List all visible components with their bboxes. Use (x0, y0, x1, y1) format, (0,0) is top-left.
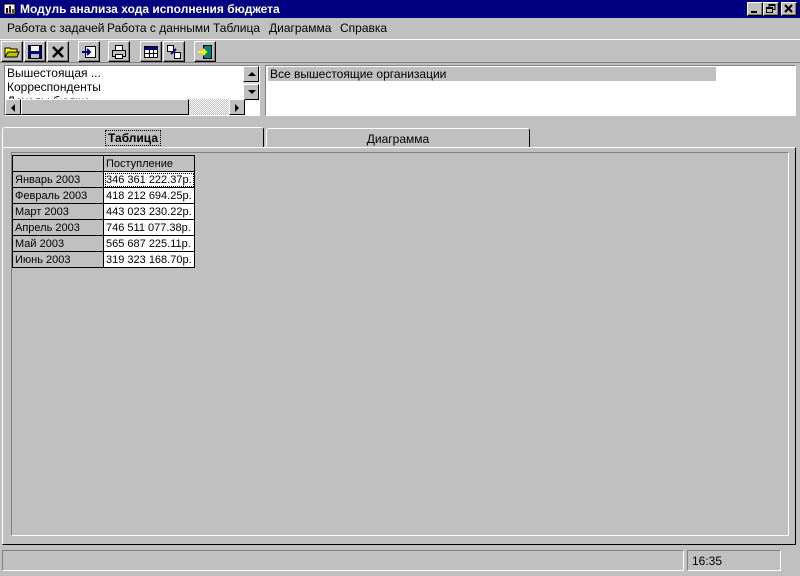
delete-icon (52, 46, 64, 58)
organization-list[interactable]: Все вышестоящие организации (265, 65, 796, 116)
app-window: Модуль анализа хода исполнения бюджета Р… (0, 0, 800, 576)
restore-icon (766, 4, 776, 13)
table-cell[interactable]: 319 323 168.70р. (103, 251, 195, 268)
list-item[interactable]: Корреспонденты (7, 80, 101, 94)
tab-table-label: Таблица (104, 130, 162, 146)
minimize-icon (751, 11, 757, 13)
window-title: Модуль анализа хода исполнения бюджета (20, 2, 280, 16)
table-row: Март 2003 443 023 230.22р. (12, 203, 195, 220)
scroll-up-button[interactable] (243, 66, 259, 82)
data-grid: Поступление Январь 2003 346 361 222.37р.… (12, 155, 195, 268)
calculate-button[interactable] (163, 41, 185, 62)
scroll-left-button[interactable] (5, 99, 21, 115)
exit-button[interactable] (194, 41, 216, 62)
table-cell[interactable]: 746 511 077.38р. (103, 219, 195, 236)
table-row: Июнь 2003 319 323 168.70р. (12, 251, 195, 268)
tab-table[interactable]: Таблица (2, 127, 264, 148)
status-time: 16:35 (692, 554, 723, 568)
status-message-panel (2, 550, 684, 571)
delete-button[interactable] (47, 41, 69, 62)
arrow-down-icon (248, 90, 256, 94)
row-header[interactable]: Июнь 2003 (12, 251, 104, 268)
scroll-down-button[interactable] (243, 84, 259, 100)
table-icon (144, 46, 158, 58)
row-header[interactable]: Февраль 2003 (12, 187, 104, 204)
table-button[interactable] (140, 41, 162, 62)
table-header-row: Поступление (12, 155, 195, 172)
open-folder-icon (4, 47, 20, 58)
table-row: Февраль 2003 418 212 694.25р. (12, 187, 195, 204)
status-time-panel: 16:35 (687, 550, 781, 571)
tab-chart[interactable]: Диаграмма (266, 128, 530, 147)
print-button[interactable] (108, 41, 130, 62)
import-icon (82, 46, 96, 58)
menu-chart[interactable]: Диаграмма (269, 21, 331, 35)
selected-organization[interactable]: Все вышестоящие организации (268, 67, 716, 81)
data-grid-area: Поступление Январь 2003 346 361 222.37р.… (11, 152, 789, 536)
table-row: Январь 2003 346 361 222.37р. (12, 171, 195, 188)
category-list[interactable]: Вышестоящая ... Корреспонденты Доходы бю… (4, 65, 260, 116)
menu-task[interactable]: Работа с задачей (7, 21, 104, 35)
close-icon (784, 4, 793, 13)
column-header[interactable]: Поступление (103, 155, 195, 172)
calculate-icon (167, 45, 181, 59)
toolbar (0, 39, 800, 63)
save-button[interactable] (24, 41, 46, 62)
table-row: Апрель 2003 746 511 077.38р. (12, 219, 195, 236)
table-cell[interactable]: 346 361 222.37р. (103, 171, 195, 188)
row-header[interactable]: Март 2003 (12, 203, 104, 220)
arrow-right-icon (235, 104, 239, 112)
print-icon (112, 45, 126, 59)
close-button[interactable] (781, 2, 797, 16)
menu-table[interactable]: Таблица (213, 21, 260, 35)
menu-bar: Работа с задачей Работа с данными Таблиц… (0, 19, 800, 37)
table-cell[interactable]: 443 023 230.22р. (103, 203, 195, 220)
grid-corner-cell (12, 155, 104, 172)
scroll-right-button[interactable] (229, 99, 245, 115)
import-button[interactable] (78, 41, 100, 62)
horizontal-scrollbar[interactable] (5, 99, 245, 115)
minimize-button[interactable] (747, 2, 763, 16)
vertical-scrollbar[interactable] (243, 66, 259, 100)
list-item[interactable]: Вышестоящая ... (7, 66, 101, 80)
menu-data[interactable]: Работа с данными (107, 21, 210, 35)
scroll-track[interactable] (189, 99, 229, 115)
save-icon (28, 45, 42, 59)
row-header[interactable]: Январь 2003 (12, 171, 104, 188)
row-header[interactable]: Май 2003 (12, 235, 104, 252)
arrow-left-icon (11, 104, 15, 112)
open-button[interactable] (1, 41, 23, 62)
row-header[interactable]: Апрель 2003 (12, 219, 104, 236)
arrow-up-icon (248, 72, 256, 76)
table-cell[interactable]: 565 687 225.11р. (103, 235, 195, 252)
tab-content: Поступление Январь 2003 346 361 222.37р.… (2, 147, 796, 545)
exit-icon (198, 45, 212, 59)
scroll-thumb[interactable] (21, 99, 189, 115)
menu-help[interactable]: Справка (340, 21, 387, 35)
status-bar: 16:35 (0, 548, 800, 576)
tab-chart-label: Диаграмма (366, 132, 430, 146)
table-row: Май 2003 565 687 225.11р. (12, 235, 195, 252)
title-bar[interactable]: Модуль анализа хода исполнения бюджета (0, 0, 800, 18)
restore-button[interactable] (763, 2, 779, 16)
table-cell[interactable]: 418 212 694.25р. (103, 187, 195, 204)
app-icon[interactable] (3, 2, 17, 16)
